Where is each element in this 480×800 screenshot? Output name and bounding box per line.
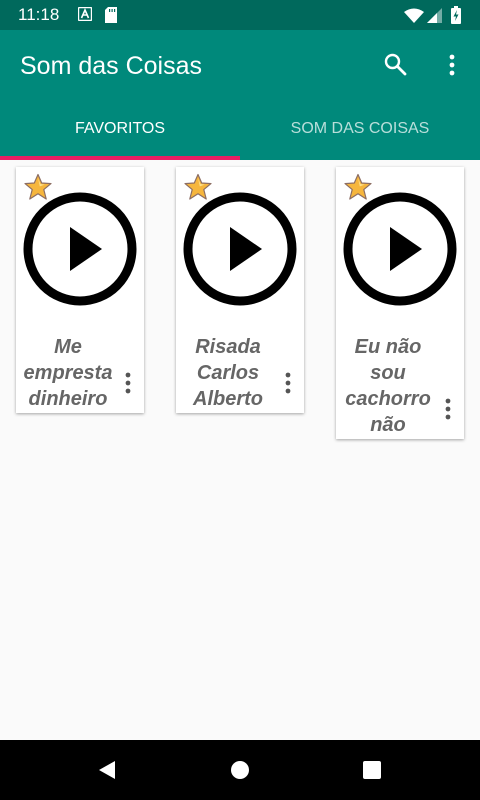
system-navigation-bar [0,740,480,800]
card-menu-icon[interactable] [442,397,454,421]
search-icon[interactable] [383,52,407,76]
sound-title-line: sou [370,362,406,384]
card-menu-icon[interactable] [282,371,294,395]
sound-title-line: Me [54,336,82,358]
more-options-icon[interactable] [440,53,464,77]
home-icon[interactable] [230,760,250,780]
sound-card[interactable]: Me empresta dinheiro [16,167,144,413]
sound-title-line: Risada [195,336,261,358]
sound-title-line: dinheiro [28,388,108,410]
card-menu-icon[interactable] [122,371,134,395]
sound-title-line: Alberto [193,388,263,410]
sound-title-line: não [370,414,406,436]
a-notification-icon [78,7,92,21]
sound-title-line: cachorro [345,388,431,410]
tab-favoritos[interactable]: FAVORITOS [0,120,240,138]
cell-signal-icon [427,8,442,23]
play-icon[interactable] [182,191,298,307]
recents-icon[interactable] [362,760,382,780]
app-bar: Som das Coisas FAVORITOS SOM DAS COISAS [0,30,480,160]
app-title: Som das Coisas [20,52,203,80]
wifi-icon [404,8,424,23]
sound-title-line: Eu não [354,336,422,358]
sound-card[interactable]: Eu não sou cachorro não [336,167,464,439]
sd-card-icon [105,7,117,23]
tab-som-das-coisas[interactable]: SOM DAS COISAS [240,120,480,138]
back-icon[interactable] [97,760,117,780]
battery-charging-icon [451,6,461,24]
play-icon[interactable] [342,191,458,307]
status-bar: 11:18 [0,0,480,30]
sound-card[interactable]: Risada Carlos Alberto [176,167,304,413]
status-time: 11:18 [18,5,60,24]
sound-title-line: empresta [23,362,113,384]
favorites-grid: Me empresta dinheiro Risada Carlos Alber… [0,160,480,740]
sound-title-line: Carlos [196,362,260,384]
play-icon[interactable] [22,191,138,307]
